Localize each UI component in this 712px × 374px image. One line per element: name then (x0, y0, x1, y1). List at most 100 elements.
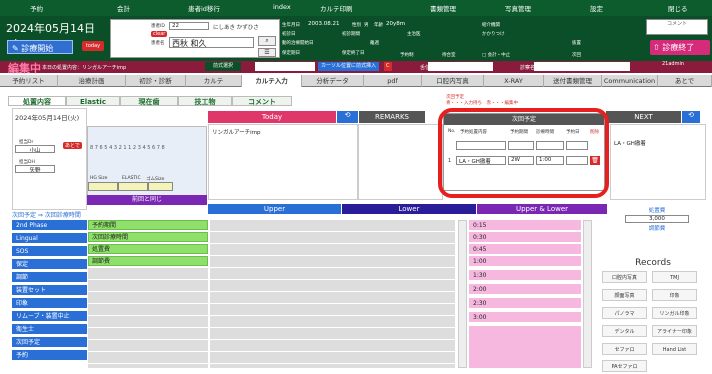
time-item[interactable]: 2:00 (469, 284, 581, 295)
next-text-area[interactable]: LA・GH撤着 (610, 124, 706, 200)
records-title: Records (635, 258, 671, 268)
clear-button[interactable]: clear (151, 31, 168, 37)
tab-carte-input[interactable]: カルテ入力 (242, 75, 302, 87)
menu-documents[interactable]: 書類管理 (430, 3, 456, 13)
list-item[interactable]: 予約期間 (88, 220, 208, 230)
menu-photos[interactable]: 写真管理 (505, 3, 531, 13)
next-label: 次回 (572, 53, 581, 58)
tab-later[interactable]: あとで (658, 75, 712, 87)
undo-button[interactable]: あとで (63, 142, 82, 149)
tab-communication[interactable]: Communication (602, 75, 658, 87)
cursor-insert-button[interactable]: カーソル位置に前式挿入 (318, 62, 380, 71)
tab-first-visit[interactable]: 初診・診断 (126, 75, 186, 87)
list-item[interactable]: 調節費 (88, 256, 208, 266)
list-item[interactable]: 次回診療時間 (88, 232, 208, 242)
sex-value: 男 (364, 23, 369, 28)
list-item[interactable]: 保定 (12, 259, 87, 270)
time-item[interactable]: 0:15 (469, 220, 581, 231)
today-header: Today (208, 111, 336, 123)
remarks-text-area[interactable] (358, 124, 443, 200)
time-item[interactable]: 2:30 (469, 298, 581, 309)
record-intraoral-photo[interactable]: 口腔内写真 (602, 271, 647, 283)
list-item[interactable]: 印象 (12, 298, 87, 309)
end-consultation-button[interactable]: ⇧ 診療終了 (650, 40, 710, 55)
scrollbar[interactable] (458, 220, 467, 368)
start-consultation-button[interactable]: ✎ 診療開始 (7, 40, 73, 54)
menu-index[interactable]: index (273, 3, 291, 11)
menu-patient-id[interactable]: 患者id移行 (188, 3, 220, 13)
subtab-comment[interactable]: コメント (232, 96, 292, 106)
subtab-elastic[interactable]: Elastic (66, 96, 120, 106)
list-item[interactable]: 次回予定 (12, 337, 87, 348)
today-button[interactable]: today (82, 41, 104, 51)
search-icon[interactable]: ⌕ (258, 36, 276, 46)
menu-settings[interactable]: 設定 (590, 3, 603, 13)
time-item[interactable]: 1:00 (469, 256, 581, 267)
list-item[interactable]: 2nd Phase (12, 220, 87, 231)
list-item[interactable]: 調節 (12, 272, 87, 283)
tongue-field[interactable] (428, 62, 493, 71)
patient-kana: にしあき かずひさ (213, 25, 259, 31)
same-as-last-button[interactable]: 前回と同じ (87, 195, 207, 205)
list-item[interactable]: 衛生士 (12, 324, 87, 335)
list-item[interactable]: Lingual (12, 233, 87, 244)
record-pa-cephalo[interactable]: PAセファロ (602, 360, 647, 372)
link-icon-2[interactable]: ⟲ (682, 111, 700, 123)
time-item[interactable]: 3:00 (469, 312, 581, 323)
patient-name-field[interactable]: 西秋 和久 (169, 37, 254, 48)
menu-close[interactable]: 閉じる (668, 3, 688, 13)
time-item[interactable]: 1:30 (469, 270, 581, 281)
menu-accounting[interactable]: 会計 (117, 3, 130, 13)
dr-field[interactable]: 小山 (15, 145, 55, 153)
gum-size-field[interactable] (148, 182, 173, 191)
tab-intraoral-photo[interactable]: 口腔内写真 (422, 75, 484, 87)
tab-xray[interactable]: X-RAY (484, 75, 544, 87)
list-item[interactable]: リムーブ・装置中止 (12, 311, 87, 322)
elastic-field[interactable] (118, 182, 148, 191)
subtab-treatment[interactable]: 処置内容 (8, 96, 66, 106)
popup-hint-2: 青・・・入力持ち 赤・・・編集中 (446, 101, 518, 106)
accounting-mode[interactable]: □ 会計・中止 (482, 52, 510, 58)
link-icon[interactable]: ⟲ (337, 111, 358, 123)
mouth-field[interactable] (534, 62, 630, 71)
record-dental[interactable]: デンタル (602, 325, 647, 337)
record-lingual-impression[interactable]: リンガル印象 (652, 307, 697, 319)
first-visit-label: 初診日 (282, 32, 296, 37)
patient-box: 患者ID 22 にしあき かずひさ clear 患者名 西秋 和久 ⌕ ☰ (110, 19, 280, 58)
subtab-lab-work[interactable]: 技工物 (178, 96, 232, 106)
list-item[interactable]: 処置費 (88, 244, 208, 254)
tab-carte[interactable]: カルテ (186, 75, 242, 87)
list-item[interactable]: SOS (12, 246, 87, 257)
carte-text-area[interactable]: リンガルアーチimp (208, 124, 358, 200)
time-item[interactable]: 0:30 (469, 232, 581, 243)
preset-field[interactable] (255, 62, 315, 71)
record-cephalo[interactable]: セファロ (602, 343, 647, 355)
time-item[interactable]: 0:45 (469, 244, 581, 255)
record-hand-list[interactable]: Hand List (652, 343, 697, 355)
list-item[interactable]: 装置セット (12, 285, 87, 296)
menu-carte-print[interactable]: カルテ印刷 (320, 3, 353, 13)
record-face-photo[interactable]: 顔面写真 (602, 289, 647, 301)
tab-treatment-plan[interactable]: 治療計画 (58, 75, 126, 87)
c-button[interactable]: C (384, 62, 392, 71)
dh-field[interactable]: 矢野 (15, 165, 55, 173)
subtab-current-teeth[interactable]: 現在歯 (120, 96, 178, 106)
scrollbar-2[interactable] (583, 220, 592, 368)
menu-reservation[interactable]: 予約 (30, 3, 43, 13)
record-impression[interactable]: 印象 (652, 289, 697, 301)
patient-id-field[interactable]: 22 (169, 22, 209, 30)
lower-header: Lower (342, 204, 476, 214)
fee-field[interactable]: 3,000 (625, 215, 689, 223)
record-aligner-impression[interactable]: アライナー印象 (652, 325, 697, 337)
preset-select[interactable]: 前式選択 (205, 62, 242, 71)
record-tmj[interactable]: TMJ (652, 271, 697, 283)
tab-pdf[interactable]: pdf (364, 75, 422, 87)
tab-documents[interactable]: 送付書類管理 (544, 75, 602, 87)
hg-size-field[interactable] (88, 182, 118, 191)
list-icon[interactable]: ☰ (258, 48, 276, 57)
comment-field[interactable]: コメント (646, 19, 708, 35)
tab-analysis[interactable]: 分析データ (302, 75, 364, 87)
record-panorama[interactable]: パノラマ (602, 307, 647, 319)
list-item[interactable]: 予約 (12, 350, 87, 361)
tab-reservation-list[interactable]: 予約リスト (0, 75, 58, 87)
